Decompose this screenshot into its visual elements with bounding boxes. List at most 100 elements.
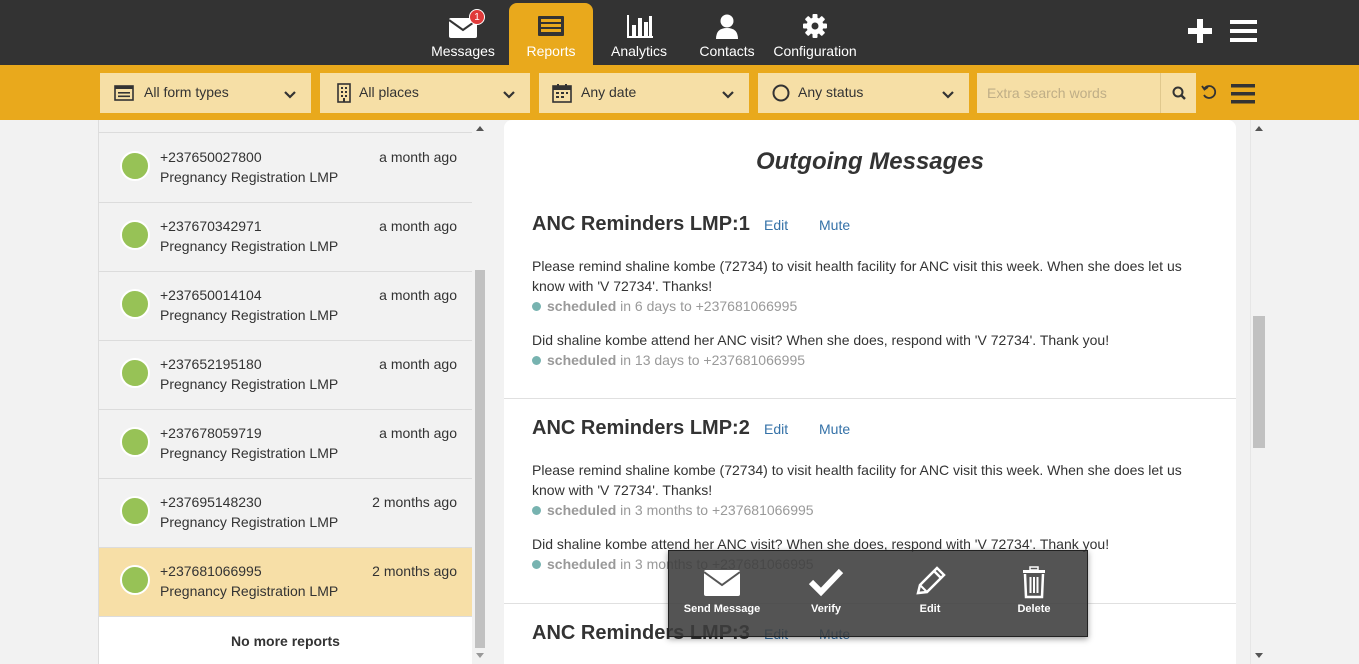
report-time: a month ago — [379, 356, 457, 372]
send-message-label: Send Message — [683, 603, 761, 615]
state-dot — [532, 506, 541, 515]
delete-label: Delete — [1017, 603, 1051, 615]
tab-reports-label: Reports — [526, 43, 576, 59]
tab-messages[interactable]: 1 Messages — [421, 3, 505, 65]
list-item[interactable]: +237650014104 Pregnancy Registration LMP… — [99, 272, 472, 341]
state-dot — [532, 560, 541, 569]
building-icon — [334, 83, 354, 103]
status-dot — [120, 496, 150, 526]
list-item-selected[interactable]: +237681066995 Pregnancy Registration LMP… — [99, 548, 472, 617]
date-filter[interactable]: Any date — [539, 73, 749, 113]
hamburger-menu-icon[interactable] — [1230, 19, 1257, 43]
envelope-icon: 1 — [443, 9, 485, 43]
edit-link[interactable]: Edit — [764, 217, 788, 233]
report-form: Pregnancy Registration LMP — [160, 307, 339, 323]
edit-button[interactable]: Edit — [878, 565, 982, 615]
state-detail: in 6 days to +237681066995 — [620, 298, 798, 314]
add-icon[interactable] — [1186, 17, 1214, 45]
reset-icon[interactable] — [1200, 83, 1218, 101]
chevron-down-icon — [721, 87, 735, 99]
report-phone: +237650027800 — [160, 149, 262, 165]
mute-link[interactable]: Mute — [819, 217, 850, 233]
status-filter[interactable]: Any status — [758, 73, 969, 113]
status-dot — [120, 565, 150, 595]
person-icon — [707, 9, 747, 43]
scrollbar-thumb[interactable] — [475, 270, 485, 648]
bar-chart-icon — [619, 9, 659, 43]
search-button[interactable] — [1160, 73, 1196, 113]
verify-label: Verify — [811, 603, 841, 615]
state-label: scheduled — [547, 352, 617, 368]
tab-contacts[interactable]: Contacts — [685, 3, 769, 65]
report-time: a month ago — [379, 287, 457, 303]
status-dot — [120, 220, 150, 250]
delete-button[interactable]: Delete — [982, 565, 1086, 615]
status-dot — [120, 151, 150, 181]
tab-analytics-label: Analytics — [610, 43, 668, 59]
report-phone: +237695148230 — [160, 494, 262, 510]
list-item[interactable] — [99, 120, 472, 133]
scroll-down-icon[interactable] — [1255, 653, 1263, 658]
search-input[interactable] — [977, 73, 1160, 113]
scroll-up-icon[interactable] — [476, 126, 484, 131]
trash-icon — [1014, 565, 1054, 599]
filter-menu-icon[interactable] — [1231, 83, 1255, 105]
report-phone: +237681066995 — [160, 563, 262, 579]
scrollbar-thumb[interactable] — [1253, 316, 1265, 448]
task-group: ANC Reminders LMP:1 Edit Mute Please rem… — [504, 200, 1236, 399]
form-type-filter[interactable]: All form types — [100, 73, 311, 113]
report-list-scrollbar[interactable] — [472, 120, 488, 664]
status-filter-label: Any status — [798, 84, 864, 100]
scroll-down-icon[interactable] — [476, 653, 484, 658]
tab-configuration[interactable]: Configuration — [773, 3, 857, 65]
list-item[interactable]: +237695148230 Pregnancy Registration LMP… — [99, 479, 472, 548]
tab-analytics[interactable]: Analytics — [597, 3, 681, 65]
unread-badge: 1 — [469, 9, 485, 25]
tab-reports[interactable]: Reports — [509, 3, 593, 65]
state-detail: in 13 days to +237681066995 — [620, 352, 806, 368]
list-item[interactable]: +237670342971 Pregnancy Registration LMP… — [99, 203, 472, 272]
state-dot — [532, 356, 541, 365]
chevron-down-icon — [502, 87, 516, 99]
state-dot — [532, 302, 541, 311]
edit-link[interactable]: Edit — [764, 421, 788, 437]
report-form: Pregnancy Registration LMP — [160, 376, 339, 392]
list-item[interactable]: +237652195180 Pregnancy Registration LMP… — [99, 341, 472, 410]
state-label: scheduled — [547, 556, 617, 572]
status-dot — [120, 427, 150, 457]
state-label: scheduled — [547, 502, 617, 518]
report-form: Pregnancy Registration LMP — [160, 583, 339, 599]
filter-bar: All form types All places Any date Any s… — [0, 65, 1359, 120]
pencil-icon — [910, 565, 950, 599]
top-navigation: 1 Messages Reports Analytics Contacts Co… — [0, 0, 1359, 65]
report-form: Pregnancy Registration LMP — [160, 238, 339, 254]
no-more-reports: No more reports — [99, 617, 472, 664]
form-type-filter-label: All form types — [144, 84, 229, 100]
report-time: a month ago — [379, 149, 457, 165]
send-message-button[interactable]: Send Message — [670, 565, 774, 615]
circle-icon — [771, 83, 791, 103]
place-filter[interactable]: All places — [320, 73, 530, 113]
report-form: Pregnancy Registration LMP — [160, 445, 339, 461]
checkmark-icon — [806, 565, 846, 599]
page-title: Outgoing Messages — [755, 148, 985, 175]
form-list-icon — [114, 83, 134, 103]
task-title: ANC Reminders LMP:2 — [532, 417, 750, 439]
tab-contacts-label: Contacts — [699, 43, 755, 59]
scroll-up-icon[interactable] — [1255, 126, 1263, 131]
calendar-icon — [552, 83, 572, 103]
status-dot — [120, 289, 150, 319]
list-item[interactable]: +237650027800 Pregnancy Registration LMP… — [99, 134, 472, 203]
detail-scrollbar[interactable] — [1250, 120, 1267, 664]
list-item[interactable]: +237678059719 Pregnancy Registration LMP… — [99, 410, 472, 479]
report-time: 2 months ago — [372, 563, 457, 579]
message-text: Please remind shaline kombe (72734) to v… — [532, 462, 1182, 498]
report-time: a month ago — [379, 218, 457, 234]
message-state: scheduled in 6 days to +237681066995 — [532, 298, 797, 314]
state-detail: in 3 months to +237681066995 — [620, 502, 814, 518]
status-dot — [120, 358, 150, 388]
gear-icon — [795, 9, 835, 43]
mute-link[interactable]: Mute — [819, 421, 850, 437]
report-time: a month ago — [379, 425, 457, 441]
verify-button[interactable]: Verify — [774, 565, 878, 615]
